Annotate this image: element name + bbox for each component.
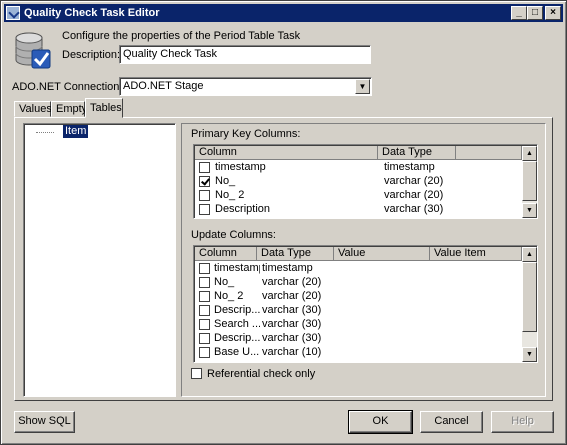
minimize-button[interactable]: _ [511, 6, 527, 20]
scroll-thumb[interactable] [522, 262, 537, 332]
table-row[interactable]: No_ varchar (20) [195, 275, 522, 289]
pk-header-column[interactable]: Column [195, 146, 378, 160]
upd-column-name: Descrip... [214, 304, 260, 316]
table-row[interactable]: Base U... varchar (10) [195, 345, 522, 359]
upd-header-column[interactable]: Column [195, 247, 257, 261]
title-bar[interactable]: Quality Check Task Editor _ □ × [4, 4, 563, 22]
table-row[interactable]: No_ 2 varchar (20) [195, 289, 522, 303]
table-row[interactable]: timestamp timestamp [195, 261, 522, 275]
upd-header-type[interactable]: Data Type [257, 247, 334, 261]
primary-key-grid[interactable]: Column Data Type timestamp timestamp No_… [193, 144, 538, 219]
scroll-down-icon[interactable]: ▼ [522, 203, 537, 218]
upd-data-type: varchar (10) [262, 346, 322, 358]
update-scrollbar[interactable]: ▲ ▼ [522, 247, 537, 362]
row-checkbox[interactable] [199, 263, 210, 274]
description-label: Description: [62, 49, 121, 61]
pk-header-blank [456, 146, 522, 160]
tab-values[interactable]: Values [14, 101, 52, 117]
database-check-icon [15, 32, 51, 69]
update-columns-title: Update Columns: [191, 229, 276, 241]
upd-data-type: varchar (20) [262, 276, 322, 288]
chevron-down-icon[interactable]: ▼ [355, 79, 370, 94]
tab-empty[interactable]: Empty [51, 101, 87, 117]
tab-tables[interactable]: Tables [85, 98, 123, 118]
referential-checkbox[interactable] [191, 368, 202, 379]
cancel-button[interactable]: Cancel [420, 411, 483, 433]
pk-data-type: varchar (20) [384, 189, 444, 201]
close-button[interactable]: × [545, 6, 561, 20]
tree-node-item[interactable]: Item [63, 125, 89, 138]
table-row[interactable]: timestamp timestamp [195, 160, 522, 174]
upd-data-type: varchar (20) [262, 290, 322, 302]
configure-text: Configure the properties of the Period T… [62, 30, 301, 42]
upd-column-name: Descrip... [214, 332, 260, 344]
row-checkbox[interactable] [199, 347, 210, 358]
row-checkbox[interactable] [199, 333, 210, 344]
tree-connector [36, 132, 54, 133]
table-row[interactable]: Description varchar (30) [195, 202, 522, 216]
description-field[interactable]: Quality Check Task [119, 45, 371, 64]
pk-column-name: No_ 2 [215, 189, 245, 201]
row-checkbox[interactable] [199, 162, 210, 173]
app-icon [6, 6, 20, 20]
upd-data-type: varchar (30) [262, 304, 322, 316]
upd-data-type: varchar (30) [262, 332, 322, 344]
connection-select[interactable]: ADO.NET Stage ▼ [119, 77, 372, 96]
maximize-button[interactable]: □ [527, 6, 543, 20]
help-button[interactable]: Help [491, 411, 554, 433]
row-checkbox[interactable] [199, 204, 210, 215]
scroll-up-icon[interactable]: ▲ [522, 247, 537, 262]
scroll-down-icon[interactable]: ▼ [522, 347, 537, 362]
primary-key-title: Primary Key Columns: [191, 128, 301, 140]
pk-scrollbar[interactable]: ▲ ▼ [522, 146, 537, 218]
show-sql-button[interactable]: Show SQL [14, 411, 75, 433]
pk-column-name: timestamp [215, 161, 266, 173]
pk-header-type[interactable]: Data Type [378, 146, 456, 160]
upd-column-name: No_ 2 [214, 290, 244, 302]
table-row[interactable]: Search ... varchar (30) [195, 317, 522, 331]
row-checkbox[interactable] [199, 291, 210, 302]
ok-button[interactable]: OK [348, 410, 413, 434]
upd-data-type: varchar (30) [262, 318, 322, 330]
table-row[interactable]: Descrip... varchar (30) [195, 303, 522, 317]
table-row[interactable]: No_ varchar (20) [195, 174, 522, 188]
upd-header-value[interactable]: Value [334, 247, 430, 261]
row-checkbox[interactable] [199, 319, 210, 330]
connection-value: ADO.NET Stage [123, 80, 204, 92]
pk-column-name: No_ [215, 175, 236, 187]
scroll-up-icon[interactable]: ▲ [522, 146, 537, 161]
upd-column-name: Base U... [214, 346, 260, 358]
upd-data-type: timestamp [262, 262, 313, 274]
upd-column-name: timestamp [214, 262, 260, 274]
row-checkbox[interactable] [199, 305, 210, 316]
scroll-thumb[interactable] [522, 161, 537, 201]
table-row[interactable]: No_ 2 varchar (20) [195, 188, 522, 202]
pk-data-type: varchar (30) [384, 203, 444, 215]
update-columns-grid[interactable]: Column Data Type Value Value Item timest… [193, 245, 538, 363]
pk-data-type: timestamp [384, 161, 435, 173]
pk-column-name: Description [215, 203, 271, 215]
table-row[interactable]: Descrip... varchar (30) [195, 331, 522, 345]
upd-column-name: No_ [214, 276, 235, 288]
referential-label: Referential check only [207, 368, 316, 380]
editor-window: Quality Check Task Editor _ □ × Configur… [0, 0, 567, 445]
window-title: Quality Check Task Editor [24, 7, 160, 19]
pk-data-type: varchar (20) [384, 175, 444, 187]
connection-label: ADO.NET Connection: [12, 81, 123, 93]
row-checkbox[interactable] [199, 190, 210, 201]
row-checkbox[interactable] [199, 277, 210, 288]
row-checkbox[interactable] [199, 176, 210, 187]
upd-column-name: Search ... [214, 318, 260, 330]
upd-header-value-item[interactable]: Value Item [430, 247, 522, 261]
table-tree[interactable]: Item [23, 123, 176, 397]
